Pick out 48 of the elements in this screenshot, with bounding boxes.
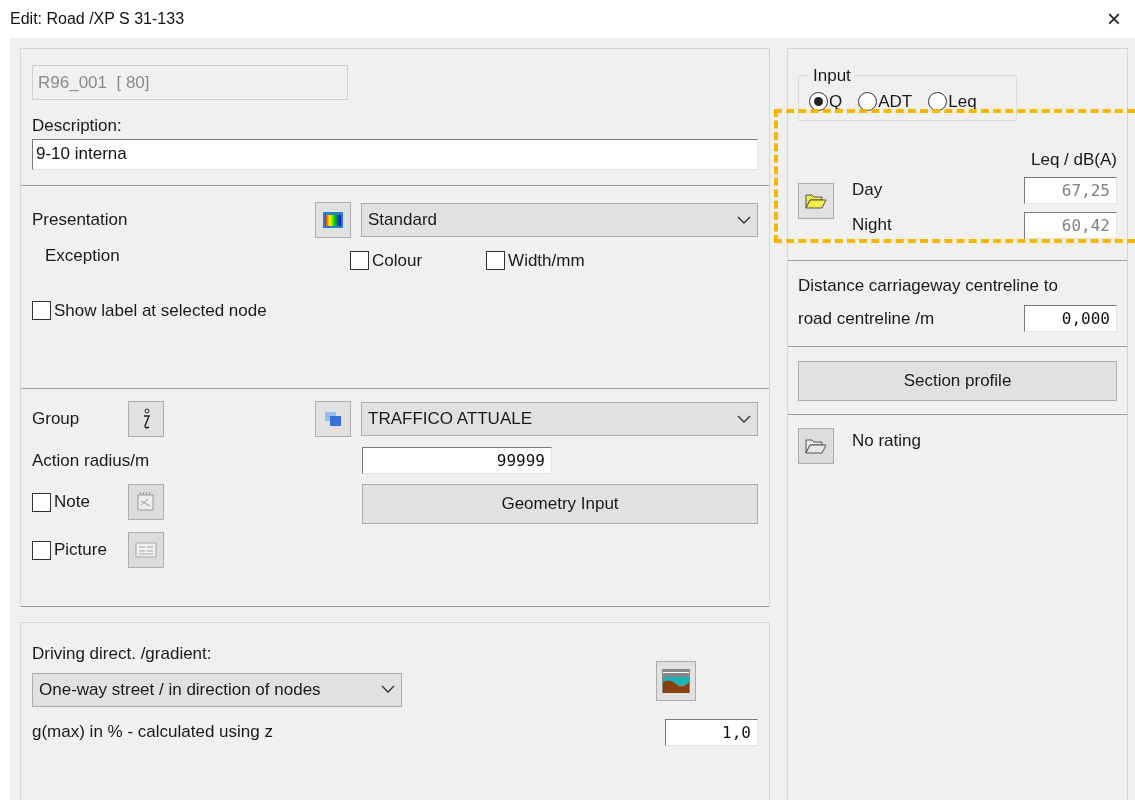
radio-button[interactable]: Leq bbox=[928, 88, 977, 114]
chevron-down-icon bbox=[737, 414, 751, 424]
colour-palette-button[interactable] bbox=[315, 202, 351, 238]
input-legend: Input bbox=[809, 63, 855, 89]
folder-icon bbox=[805, 192, 827, 209]
checkbox[interactable]: Picture bbox=[32, 537, 128, 563]
gradient-label: g(max) in % - calculated using z bbox=[32, 721, 273, 744]
presentation-select[interactable]: Standard bbox=[361, 203, 758, 237]
palette-icon bbox=[322, 211, 344, 229]
checkbox[interactable]: Show label at selected node bbox=[32, 297, 758, 323]
description-label: Description: bbox=[32, 115, 123, 137]
picture-icon bbox=[135, 541, 157, 559]
radio-button[interactable]: ADT bbox=[858, 88, 913, 114]
exception-label: Exception bbox=[44, 245, 121, 267]
checkbox[interactable]: Width/mm bbox=[486, 248, 585, 274]
geometry-input-button[interactable]: Geometry Input bbox=[362, 484, 758, 524]
group-label: Group bbox=[32, 408, 81, 431]
checkbox[interactable]: Note bbox=[32, 489, 128, 515]
section-profile-button[interactable]: Section profile bbox=[798, 360, 1117, 401]
presentation-label: Presentation bbox=[32, 209, 129, 232]
group-select[interactable]: TRAFFICO ATTUALE bbox=[361, 402, 758, 436]
rating-folder-button[interactable] bbox=[798, 428, 834, 464]
folder-icon bbox=[805, 438, 827, 454]
distance-label: road centreline /m bbox=[798, 308, 935, 330]
terrain-icon bbox=[661, 667, 691, 694]
layers-icon bbox=[323, 410, 343, 428]
description-field[interactable]: 9-10 interna bbox=[32, 138, 758, 170]
driving-direction-select[interactable]: One-way street / in direction of nodes bbox=[32, 672, 402, 707]
open-folder-button[interactable] bbox=[798, 182, 834, 219]
distance-field[interactable]: 0,000 bbox=[1024, 305, 1117, 332]
driving-label: Driving direct. /gradient: bbox=[32, 643, 213, 665]
period-label: Day bbox=[852, 179, 883, 202]
window-title: Edit: Road /XP S 31-133 bbox=[10, 9, 185, 29]
info-button[interactable] bbox=[128, 401, 164, 437]
distance-label: Distance carriageway centreline to bbox=[798, 275, 1058, 297]
note-icon bbox=[135, 491, 157, 513]
group-layers-button[interactable] bbox=[315, 401, 351, 437]
action-radius-field[interactable]: 99999 bbox=[362, 447, 552, 474]
leq-header: Leq / dB(A) bbox=[1031, 149, 1117, 171]
close-button[interactable]: × bbox=[1107, 7, 1121, 31]
checkbox[interactable]: Colour bbox=[350, 248, 423, 274]
rating-label: No rating bbox=[852, 430, 921, 452]
action-radius-label: Action radius/m bbox=[32, 449, 151, 472]
gradient-profile-button[interactable] bbox=[656, 660, 696, 701]
chevron-down-icon bbox=[381, 685, 395, 694]
period-label: Night bbox=[852, 214, 892, 237]
gradient-field[interactable]: 1,0 bbox=[665, 718, 758, 746]
chevron-down-icon bbox=[737, 215, 751, 225]
